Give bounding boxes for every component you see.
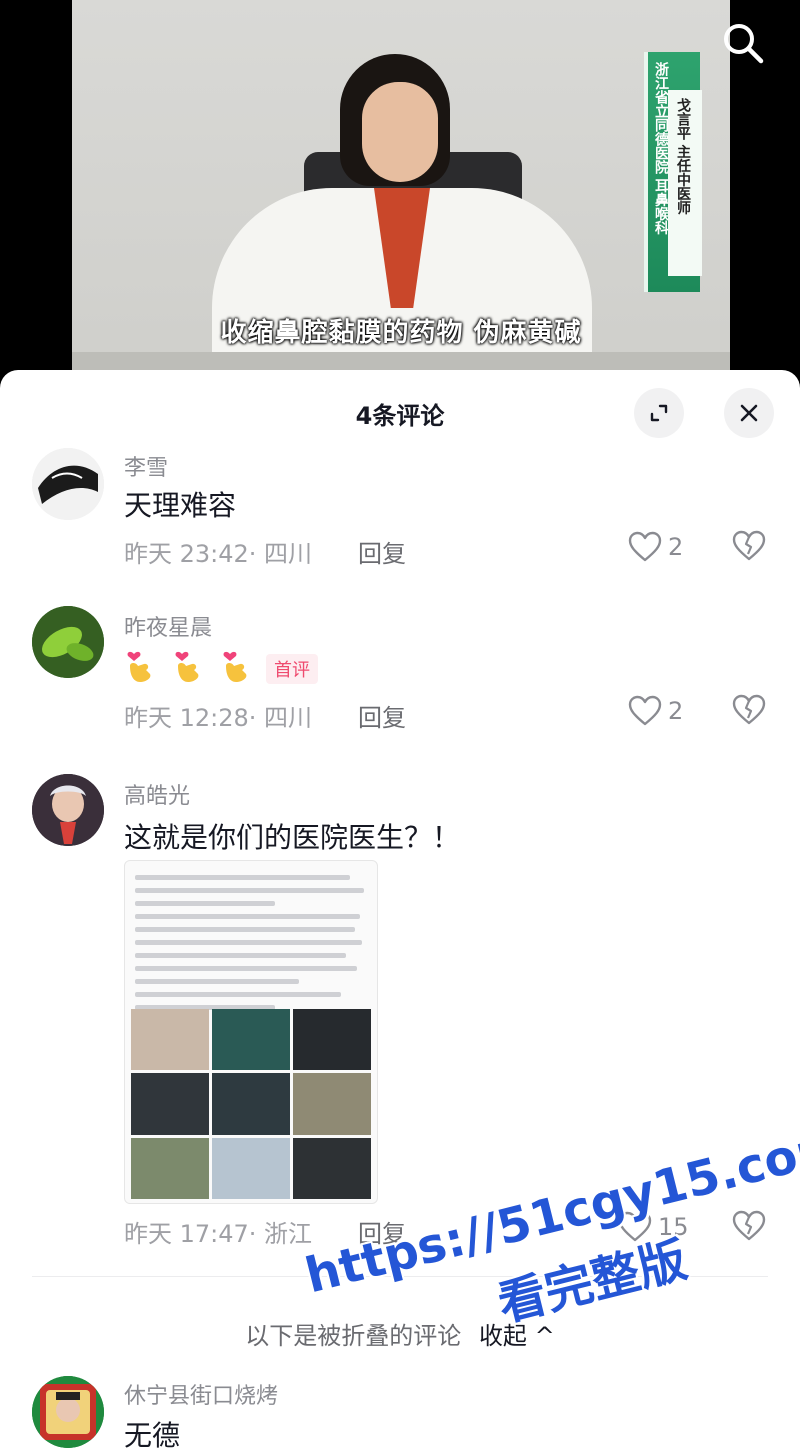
avatar-image bbox=[32, 774, 104, 846]
comment-meta: 昨天 12:28· 四川 bbox=[124, 704, 313, 732]
comment-text: 这就是你们的医院医生？！ bbox=[124, 821, 461, 854]
heart-icon bbox=[618, 1211, 652, 1242]
like-count: 2 bbox=[668, 697, 684, 725]
comment-meta: 昨天 23:42· 四川 bbox=[124, 540, 313, 568]
folded-comments-label: 以下是被折叠的评论 bbox=[245, 1322, 462, 1350]
comment-username[interactable]: 李雪 bbox=[124, 450, 168, 482]
finger-heart-emoji-icon bbox=[220, 648, 252, 684]
first-comment-badge: 首评 bbox=[266, 654, 318, 684]
doctor-face bbox=[362, 82, 438, 182]
heart-icon bbox=[628, 531, 662, 562]
expand-button[interactable] bbox=[634, 388, 684, 438]
comment-meta: 昨天 17:47· 浙江 bbox=[124, 1220, 313, 1248]
dislike-button[interactable] bbox=[732, 1210, 766, 1244]
emoji-row bbox=[124, 648, 252, 684]
video-player[interactable]: 浙江省立同德医院 耳鼻喉科 戈言平 主任中医师 收缩鼻腔黏膜的药物 伪麻黄碱 bbox=[0, 0, 800, 390]
avatar[interactable] bbox=[32, 606, 104, 678]
comment-username[interactable]: 昨夜星晨 bbox=[124, 610, 212, 642]
photo-grid-image bbox=[131, 1009, 371, 1199]
search-icon bbox=[724, 24, 764, 64]
comment-text: 天理难容 bbox=[124, 489, 237, 522]
reply-button[interactable]: 回复 bbox=[358, 534, 406, 569]
broken-heart-icon bbox=[732, 530, 766, 561]
finger-heart-emoji-icon bbox=[172, 648, 204, 684]
dislike-button[interactable] bbox=[732, 694, 766, 728]
expand-icon bbox=[650, 404, 668, 422]
comment-username[interactable]: 高皓光 bbox=[124, 778, 190, 810]
collapse-button[interactable]: 收起 ^ bbox=[479, 1322, 555, 1350]
comment-username[interactable]: 休宁县街口烧烤 bbox=[124, 1378, 278, 1410]
video-frame[interactable]: 浙江省立同德医院 耳鼻喉科 戈言平 主任中医师 收缩鼻腔黏膜的药物 伪麻黄碱 bbox=[72, 0, 730, 380]
avatar-image bbox=[32, 448, 104, 520]
like-count: 15 bbox=[658, 1213, 689, 1241]
avatar[interactable] bbox=[32, 1376, 104, 1448]
folded-comments-bar: 以下是被折叠的评论 收起 ^ bbox=[0, 1316, 800, 1351]
video-subtitle: 收缩鼻腔黏膜的药物 伪麻黄碱 bbox=[220, 318, 582, 348]
avatar-image bbox=[32, 1376, 104, 1448]
avatar-image bbox=[32, 606, 104, 678]
banner-name-strip: 戈言平 主任中医师 bbox=[668, 90, 702, 276]
finger-heart-emoji-icon bbox=[124, 648, 156, 684]
like-count: 2 bbox=[668, 533, 684, 561]
broken-heart-icon bbox=[732, 694, 766, 725]
like-button[interactable]: 2 bbox=[628, 530, 683, 564]
reply-button[interactable]: 回复 bbox=[358, 1214, 406, 1249]
like-button[interactable]: 15 bbox=[618, 1210, 689, 1244]
comment-text: 无德 bbox=[124, 1419, 181, 1452]
avatar[interactable] bbox=[32, 774, 104, 846]
search-button[interactable] bbox=[718, 18, 768, 68]
avatar[interactable] bbox=[32, 448, 104, 520]
comment-image-attachment[interactable] bbox=[124, 860, 378, 1204]
dislike-button[interactable] bbox=[732, 530, 766, 564]
comment-sheet: 4条评论 李雪 天理难容 昨天 23:42· 四川 回复 2 昨夜星晨 首评 昨… bbox=[0, 370, 800, 1452]
close-icon bbox=[740, 404, 758, 422]
heart-icon bbox=[628, 695, 662, 726]
like-button[interactable]: 2 bbox=[628, 694, 683, 728]
document-text-image bbox=[135, 875, 369, 1018]
divider bbox=[32, 1276, 768, 1277]
broken-heart-icon bbox=[732, 1210, 766, 1241]
close-button[interactable] bbox=[724, 388, 774, 438]
reply-button[interactable]: 回复 bbox=[358, 698, 406, 733]
banner-name: 戈言平 主任中医师 bbox=[675, 98, 691, 215]
